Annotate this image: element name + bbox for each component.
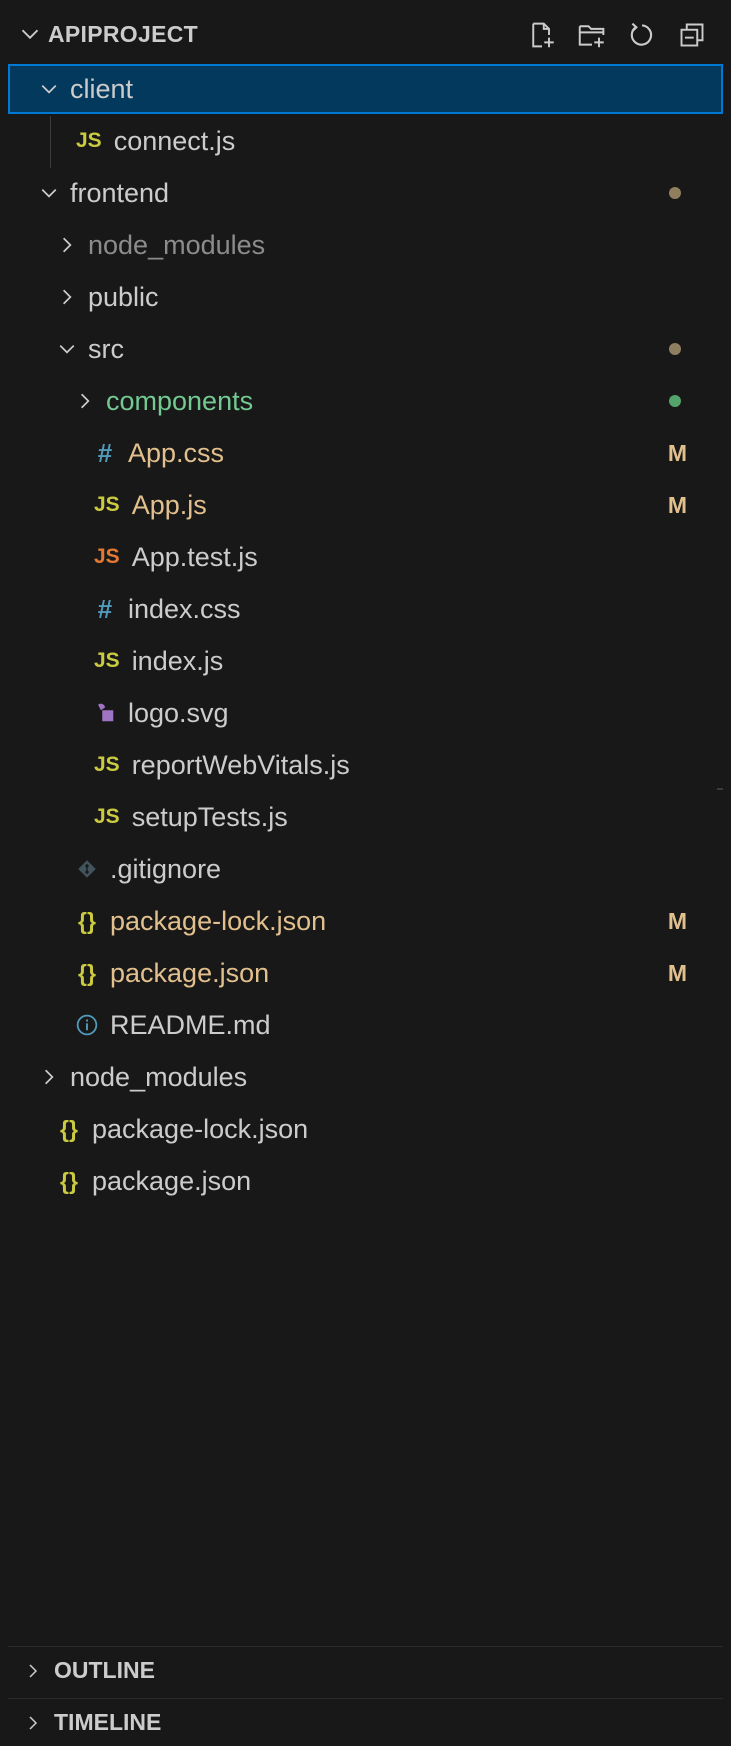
tree-folder-row[interactable]: client [8,64,723,114]
tree-folder-row[interactable]: node_modules [8,1052,723,1102]
new-folder-icon[interactable] [575,18,609,52]
refresh-icon[interactable] [625,18,659,52]
tree-item-label: frontend [70,177,170,208]
tree-item-label: package-lock.json [92,1113,309,1144]
tree-item-label: App.test.js [131,541,258,572]
tree-file-row[interactable]: JS App.test.js [8,532,723,582]
tree-folder-row[interactable]: components [8,376,723,426]
tree-item-label: components [106,385,254,416]
chevron-right-icon [24,1662,42,1680]
timeline-section-header[interactable]: TIMELINE [8,1698,723,1746]
git-status-badge: M [667,959,687,986]
chevron-down-icon [40,184,58,202]
chevron-right-icon [76,392,94,410]
javascript-file-icon: JS [94,805,120,828]
outline-section-header[interactable]: OUTLINE [8,1646,723,1694]
tree-item-label: setupTests.js [131,801,288,832]
tree-item-label: client [70,73,134,104]
javascript-file-icon: JS [94,753,120,776]
tree-item-label: reportWebVitals.js [131,749,350,780]
tree-file-row[interactable]: JS setupTests.js [8,792,723,842]
javascript-file-icon: JS [76,129,102,152]
info-icon [76,1014,98,1036]
chevron-right-icon [40,1068,58,1086]
tree-file-row[interactable]: JS reportWebVitals.js [8,740,723,790]
json-file-icon: {} [78,907,96,934]
tree-file-row[interactable]: JS index.js [8,636,723,686]
chevron-down-icon [58,340,76,358]
outline-label: OUTLINE [54,1657,155,1683]
tree-file-row[interactable]: {} package.json [8,1156,723,1206]
tree-item-label: package-lock.json [110,905,327,936]
tree-file-row[interactable]: logo.svg [8,688,723,738]
tree-file-row[interactable]: {} package-lock.json [8,1104,723,1154]
tree-file-row[interactable]: {} package.json M [8,948,723,998]
explorer-title: APIPROJECT [48,20,198,47]
tree-item-label: src [88,333,124,364]
git-status-dot [669,187,681,199]
tree-item-label: .gitignore [110,853,222,884]
tree-file-row[interactable]: # index.css [8,584,723,634]
tree-item-label: App.js [131,489,207,520]
json-file-icon: {} [78,959,96,986]
scrollbar-indicator[interactable] [717,788,723,790]
explorer-header[interactable]: APIPROJECT [8,8,723,60]
tree-file-row[interactable]: JS App.js M [8,480,723,530]
tree-file-row[interactable]: JS connect.js [8,116,723,166]
tree-item-label: public [88,281,159,312]
javascript-file-icon: JS [94,493,120,516]
tree-item-label: node_modules [88,229,266,260]
tree-item-label: index.js [131,645,224,676]
tree-folder-row[interactable]: src [8,324,723,374]
tree-folder-row[interactable]: node_modules [8,220,723,270]
tree-file-row[interactable]: .gitignore [8,844,723,894]
indent-guide [50,116,51,168]
tree-item-label: package.json [92,1165,252,1196]
chevron-down-icon [40,80,58,98]
tree-item-label: connect.js [113,125,236,156]
css-file-icon: # [97,437,113,468]
tree-item-label: index.css [128,593,241,624]
json-file-icon: {} [60,1167,78,1194]
tree-item-label: node_modules [70,1061,248,1092]
tree-file-row[interactable]: # App.css M [8,428,723,478]
tree-folder-row[interactable]: public [8,272,723,322]
tree-folder-row[interactable]: frontend [8,168,723,218]
javascript-test-file-icon: JS [94,545,120,568]
svg-file-icon [94,702,116,724]
tree-item-label: package.json [110,957,270,988]
new-file-icon[interactable] [525,18,559,52]
chevron-right-icon [58,236,76,254]
git-file-icon [76,859,98,879]
git-status-badge: M [667,439,687,466]
git-status-dot [669,395,681,407]
explorer-panel: APIPROJECT client JS connect.js frontend nod… [8,8,723,1735]
collapse-all-icon[interactable] [675,18,709,52]
chevron-right-icon [24,1714,42,1732]
css-file-icon: # [97,593,113,624]
tree-file-row[interactable]: README.md [8,1000,723,1050]
tree-item-label: App.css [128,437,225,468]
json-file-icon: {} [60,1115,78,1142]
git-status-dot [669,343,681,355]
git-status-badge: M [667,491,687,518]
tree-item-label: logo.svg [128,697,229,728]
tree-file-row[interactable]: {} package-lock.json M [8,896,723,946]
git-status-badge: M [667,907,687,934]
javascript-file-icon: JS [94,649,120,672]
explorer-actions [525,18,709,52]
chevron-right-icon [58,288,76,306]
chevron-down-icon [21,29,39,40]
tree-item-label: README.md [110,1009,271,1040]
